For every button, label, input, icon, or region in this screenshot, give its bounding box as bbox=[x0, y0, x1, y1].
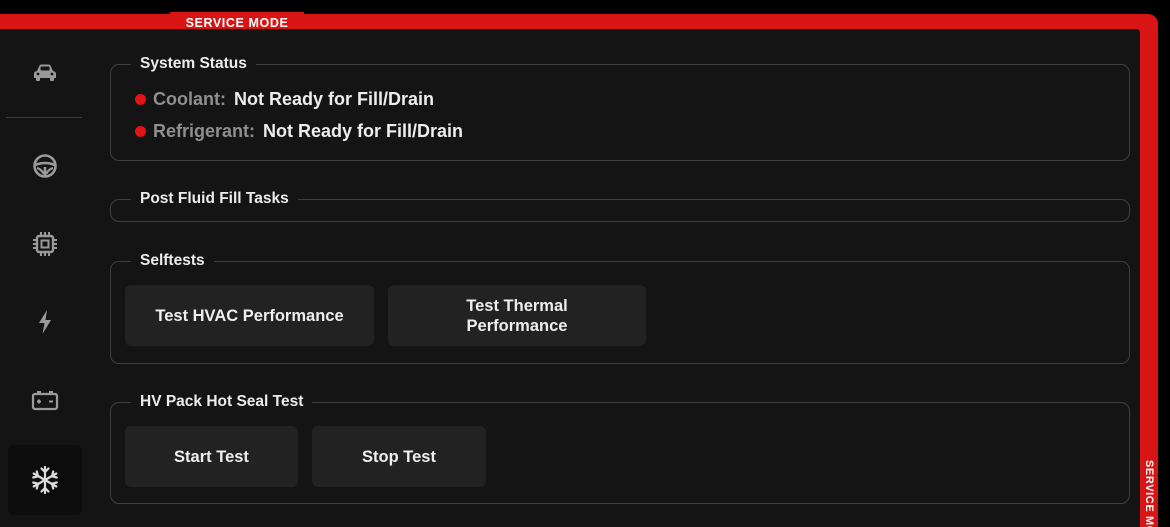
sidebar-item-power[interactable] bbox=[8, 289, 82, 355]
car-icon bbox=[34, 64, 56, 81]
battery-icon bbox=[31, 391, 59, 411]
start-test-button[interactable]: Start Test bbox=[125, 426, 298, 487]
coolant-label: Coolant: bbox=[153, 89, 226, 109]
sidebar-item-battery[interactable] bbox=[8, 367, 82, 433]
sidebar-item-thermal[interactable] bbox=[8, 445, 82, 515]
post-fluid-fill-title: Post Fluid Fill Tasks bbox=[131, 189, 298, 209]
refrigerant-status-row: Refrigerant: Not Ready for Fill/Drain bbox=[135, 121, 463, 142]
coolant-status-row: Coolant: Not Ready for Fill/Drain bbox=[135, 89, 434, 110]
chip-icon bbox=[33, 232, 57, 256]
sidebar-item-vehicle[interactable] bbox=[8, 39, 82, 105]
lightning-bolt-icon bbox=[39, 310, 51, 334]
service-mode-vertical-text: SERVICE MODE bbox=[1143, 460, 1155, 527]
test-thermal-performance-button[interactable]: Test Thermal Performance bbox=[388, 285, 646, 346]
refrigerant-label: Refrigerant: bbox=[153, 121, 256, 141]
system-status-section: System Status Coolant: Not Ready for Fil… bbox=[110, 54, 1130, 161]
post-fluid-fill-section: Post Fluid Fill Tasks bbox=[110, 189, 1130, 222]
steering-wheel-icon bbox=[33, 154, 57, 178]
selftests-section: Selftests Test HVAC Performance Test The… bbox=[110, 251, 1130, 364]
system-status-title: System Status bbox=[131, 54, 256, 74]
refrigerant-value: Not Ready for Fill/Drain bbox=[263, 121, 464, 141]
stop-test-button[interactable]: Stop Test bbox=[312, 426, 486, 487]
sidebar-divider bbox=[6, 117, 82, 118]
coolant-value: Not Ready for Fill/Drain bbox=[233, 89, 435, 109]
service-mode-vertical-label: SERVICE MODE bbox=[1140, 460, 1158, 527]
hv-pack-hot-seal-section: HV Pack Hot Seal Test Start Test Stop Te… bbox=[110, 392, 1130, 504]
sidebar-item-electronics[interactable] bbox=[8, 211, 82, 277]
snowflake-icon bbox=[32, 465, 58, 495]
coolant-status-dot bbox=[135, 94, 146, 105]
selftests-title: Selftests bbox=[131, 251, 214, 271]
hv-pack-hot-seal-title: HV Pack Hot Seal Test bbox=[131, 392, 313, 412]
test-hvac-performance-button[interactable]: Test HVAC Performance bbox=[125, 285, 374, 346]
sidebar-item-steering[interactable] bbox=[8, 133, 82, 199]
refrigerant-status-dot bbox=[135, 126, 146, 137]
sidebar bbox=[0, 29, 92, 527]
